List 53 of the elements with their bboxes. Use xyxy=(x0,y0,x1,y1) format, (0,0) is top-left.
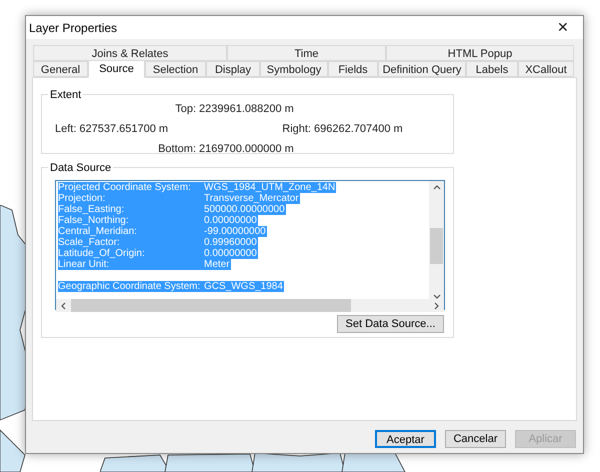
scroll-thumb[interactable] xyxy=(71,299,351,312)
field-value: 2239961.088200 m xyxy=(199,102,295,117)
scroll-down-icon[interactable] xyxy=(432,294,440,299)
property-value: 0.00000000 xyxy=(204,248,258,259)
property-name: Geographic Coordinate System: xyxy=(58,281,204,292)
tab[interactable]: Time xyxy=(227,45,386,61)
scroll-right-icon[interactable] xyxy=(434,302,439,310)
property-name: Scale_Factor: xyxy=(58,237,204,248)
scroll-up-icon[interactable] xyxy=(432,185,440,190)
tab[interactable]: Selection xyxy=(145,61,206,77)
property-name: Projection: xyxy=(58,193,204,204)
scrollbar-corner xyxy=(439,299,444,312)
tab[interactable]: General xyxy=(33,61,88,77)
property-value: GCS_WGS_1984 xyxy=(204,281,284,292)
vertical-scrollbar[interactable] xyxy=(429,181,444,299)
field-value: 2169700.000000 m xyxy=(199,142,295,157)
field-label: Top: xyxy=(175,102,196,117)
text-area[interactable] xyxy=(55,180,445,310)
horizontal-scrollbar[interactable] xyxy=(56,299,439,312)
tab[interactable]: HTML Popup xyxy=(386,45,574,61)
property-name: False_Easting: xyxy=(58,204,204,215)
field-label: Left: xyxy=(55,122,78,137)
property-value: 0.99960000 xyxy=(204,237,258,248)
field-value: 696262.707400 m xyxy=(314,122,404,137)
scroll-thumb[interactable] xyxy=(430,228,443,264)
set-data-source-button[interactable]: Set Data Source... xyxy=(337,315,444,333)
scroll-left-icon[interactable] xyxy=(61,302,66,310)
property-name: Projected Coordinate System: xyxy=(58,182,204,193)
close-button[interactable]: ✕ xyxy=(543,16,583,39)
dialog-button[interactable]: Cancelar xyxy=(445,430,506,448)
dialog-button[interactable]: Aceptar xyxy=(375,430,436,448)
tab[interactable]: Definition Query xyxy=(378,61,466,77)
property-value: WGS_1984_UTM_Zone_14N xyxy=(204,182,336,193)
property-value: -99.00000000 xyxy=(204,226,267,237)
property-name: Central_Meridian: xyxy=(58,226,204,237)
field-label: Bottom: xyxy=(158,142,196,157)
property-name: Linear Unit: xyxy=(58,259,204,270)
property-value: Meter xyxy=(204,259,231,270)
property-value: 500000.00000000 xyxy=(204,204,286,215)
tab[interactable]: Labels xyxy=(466,61,518,77)
tab[interactable]: Symbology xyxy=(260,61,328,77)
window-title: Layer Properties xyxy=(29,20,118,36)
property-name: False_Northing: xyxy=(58,215,204,226)
field-value: 627537.651700 m xyxy=(79,122,168,137)
property-name: Latitude_Of_Origin: xyxy=(58,248,204,259)
field-label: Right: xyxy=(282,122,311,137)
tab[interactable]: XCallout xyxy=(518,61,574,77)
tab[interactable]: Fields xyxy=(328,61,378,77)
tab[interactable]: Source xyxy=(88,60,145,78)
property-value: 0.00000000 xyxy=(204,215,258,226)
tab[interactable]: Display xyxy=(206,61,260,77)
tab[interactable]: Joins & Relates xyxy=(33,45,227,61)
property-value: Transverse_Mercator xyxy=(204,193,300,204)
